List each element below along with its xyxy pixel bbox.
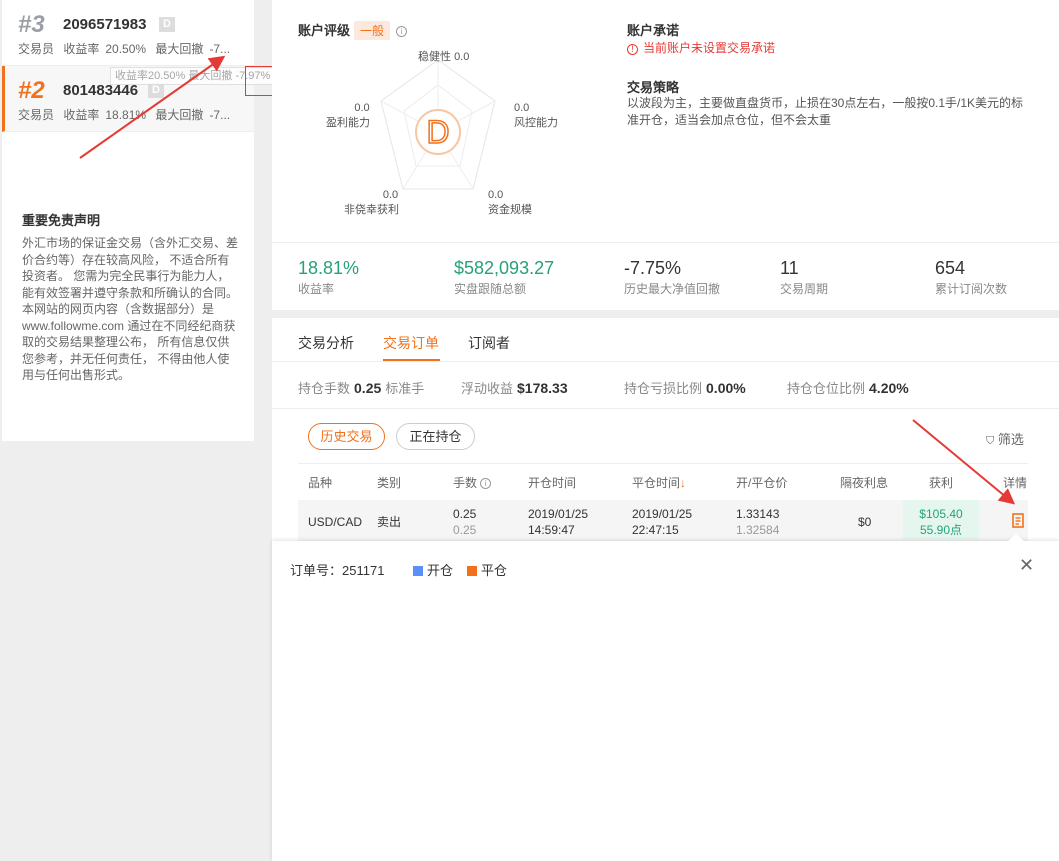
annotation-arrows: [79, 55, 1016, 505]
arrow-to-detail: [912, 419, 1016, 505]
arrow-to-tooltip: [79, 55, 226, 159]
